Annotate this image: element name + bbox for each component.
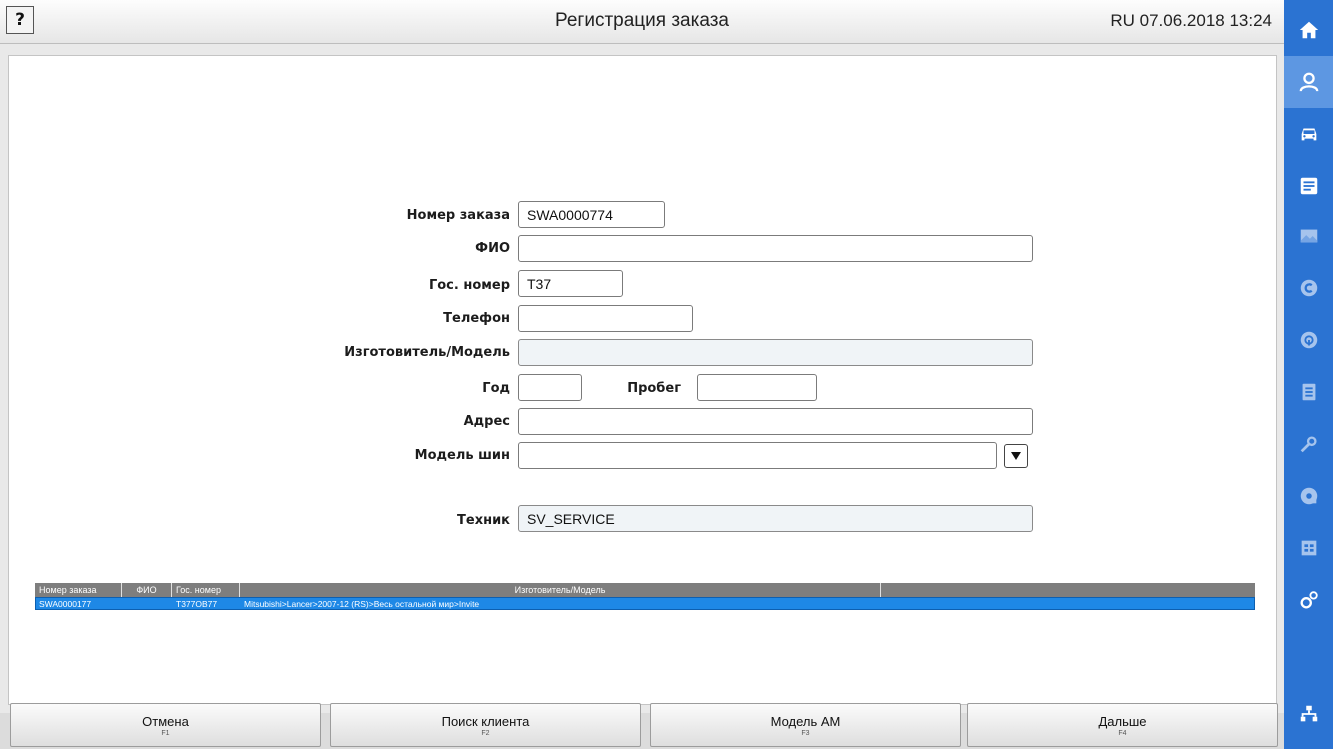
make-model-label: Изготовитель/Модель	[344, 345, 510, 360]
wrench-icon[interactable]	[1284, 418, 1333, 470]
next-button[interactable]: Дальше F4	[967, 703, 1278, 747]
tire-model-select[interactable]	[518, 442, 997, 469]
column-header-extra[interactable]	[881, 583, 1255, 597]
mileage-label: Пробег	[627, 381, 681, 396]
next-button-key: F4	[1118, 730, 1127, 737]
cell-make-model: Mitsubishi>Lancer>2007-12 (RS)>Весь оста…	[244, 599, 480, 609]
chevron-down-icon	[1011, 452, 1021, 460]
checklist-icon[interactable]	[1284, 366, 1333, 418]
full-name-label: ФИО	[475, 241, 510, 256]
phone-label: Телефон	[443, 311, 510, 326]
tire-model-dropdown-button[interactable]	[1004, 444, 1028, 468]
column-header-make-model[interactable]: Изготовитель/Модель	[240, 583, 881, 597]
technician-field[interactable]: SV_SERVICE	[518, 505, 1033, 532]
app-window: ? Регистрация заказа RU 07.06.2018 13:24	[0, 0, 1333, 749]
cancel-button-label: Отмена	[142, 714, 189, 729]
model-am-button[interactable]: Модель АМ F3	[650, 703, 961, 747]
order-number-field[interactable]: SWA0000774	[518, 201, 665, 228]
model-am-button-key: F3	[801, 730, 810, 737]
cell-plate: T377OB77	[176, 599, 218, 609]
title-bar: ? Регистрация заказа RU 07.06.2018 13:24	[0, 0, 1284, 44]
results-table: Номер заказа ФИО Гос. номер Изготовитель…	[35, 583, 1255, 610]
column-header-order[interactable]: Номер заказа	[35, 583, 122, 597]
cell-order: SWA0000177	[39, 599, 92, 609]
car-icon[interactable]	[1284, 108, 1333, 160]
home-icon[interactable]	[1284, 4, 1333, 56]
date-time: RU 07.06.2018 13:24	[1110, 11, 1272, 30]
image-icon[interactable]	[1284, 210, 1333, 262]
technician-label: Техник	[457, 513, 510, 528]
address-label: Адрес	[463, 414, 510, 429]
plate-label: Гос. номер	[428, 278, 510, 293]
column-header-plate[interactable]: Гос. номер	[172, 583, 240, 597]
cancel-button[interactable]: Отмена F1	[10, 703, 321, 747]
full-name-field[interactable]	[518, 235, 1033, 262]
service-icon[interactable]	[1284, 470, 1333, 522]
network-icon[interactable]	[1284, 688, 1333, 740]
c-circle-icon[interactable]	[1284, 262, 1333, 314]
tire-model-label: Модель шин	[414, 448, 510, 463]
model-am-button-label: Модель АМ	[770, 714, 841, 729]
make-model-field[interactable]	[518, 339, 1033, 366]
mileage-field[interactable]	[697, 374, 817, 401]
cell-extra	[882, 598, 1254, 609]
address-field[interactable]	[518, 408, 1033, 435]
search-customer-button[interactable]: Поиск клиента F2	[330, 703, 641, 747]
table-row[interactable]: SWA0000177 T377OB77 Mitsubishi>Lancer>20…	[35, 597, 1255, 610]
document-icon[interactable]	[1284, 160, 1333, 212]
search-customer-button-label: Поиск клиента	[441, 714, 530, 729]
report-icon[interactable]	[1284, 522, 1333, 574]
next-button-label: Дальше	[1098, 714, 1147, 729]
order-number-label: Номер заказа	[406, 208, 510, 223]
phone-field[interactable]	[518, 305, 693, 332]
plate-field[interactable]: T37	[518, 270, 623, 297]
main-panel: Номер заказа SWA0000774 ФИО Гос. номер T…	[8, 55, 1277, 705]
column-header-name[interactable]: ФИО	[122, 583, 172, 597]
settings-icon[interactable]	[1284, 574, 1333, 626]
search-customer-button-key: F2	[481, 730, 490, 737]
cell-name	[123, 598, 173, 609]
customer-icon[interactable]	[1284, 56, 1333, 108]
tire-icon[interactable]	[1284, 314, 1333, 366]
right-nav	[1284, 0, 1333, 749]
table-header: Номер заказа ФИО Гос. номер Изготовитель…	[35, 583, 1255, 597]
cancel-button-key: F1	[161, 730, 170, 737]
page-title: Регистрация заказа	[555, 10, 729, 31]
